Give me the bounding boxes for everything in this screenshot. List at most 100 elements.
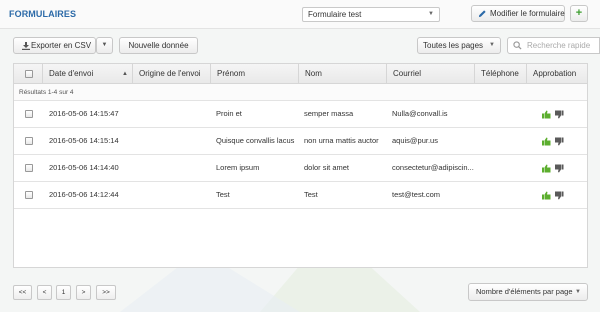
cell-date: 2016-05-06 14:15:14: [49, 136, 119, 145]
search-icon: [513, 41, 522, 50]
edit-form-label: Modifier le formulaire: [490, 9, 565, 18]
approval-actions: [542, 137, 564, 146]
cell-date: 2016-05-06 14:12:44: [49, 190, 119, 199]
row-checkbox[interactable]: [25, 110, 33, 118]
export-csv-button[interactable]: Exporter en CSV: [13, 37, 96, 54]
cell-courriel: test@test.com: [392, 190, 441, 199]
column-origin-label: Origine de l'envoi: [139, 69, 201, 78]
chevron-down-icon: ▼: [489, 42, 495, 48]
cell-prenom: Quisque convallis lacus: [216, 136, 295, 145]
column-origin[interactable]: Origine de l'envoi: [133, 64, 211, 84]
thumbs-down-icon[interactable]: [555, 137, 564, 146]
pager-prev-button[interactable]: <: [37, 285, 52, 300]
approval-actions: [542, 110, 564, 119]
pager-current-page[interactable]: 1: [56, 285, 71, 300]
chevron-down-icon: ▼: [428, 11, 434, 17]
form-select-value: Formulaire test: [308, 10, 362, 19]
table-row[interactable]: 2016-05-06 14:15:47 Proin et semper mass…: [14, 101, 587, 128]
items-per-page-select[interactable]: Nombre d'éléments par page ▼: [468, 283, 588, 301]
results-summary-label: Résultats 1-4 sur 4: [19, 89, 74, 96]
thumbs-down-icon[interactable]: [555, 164, 564, 173]
chevron-down-icon: ▼: [101, 42, 108, 48]
cell-prenom: Lorem ipsum: [216, 163, 260, 172]
column-nom[interactable]: Nom: [299, 64, 387, 84]
results-summary: Résultats 1-4 sur 4: [14, 84, 587, 101]
page-title: FORMULAIRES: [9, 9, 77, 19]
cell-origin: [139, 182, 211, 208]
column-telephone-label: Téléphone: [481, 69, 519, 78]
cell-nom: non urna mattis auctor: [304, 136, 379, 145]
pager-last-button[interactable]: >>: [96, 285, 116, 300]
select-all-header: [14, 64, 43, 84]
cell-courriel: Nulla@convall.is: [392, 109, 448, 118]
table-row[interactable]: 2016-05-06 14:12:44 Test Test test@test.…: [14, 182, 587, 209]
quick-search[interactable]: [507, 37, 600, 54]
export-csv-label: Exporter en CSV: [31, 41, 92, 50]
cell-telephone: [480, 128, 526, 154]
pager-next-label: >: [81, 289, 86, 296]
pager-prev-label: <: [42, 289, 47, 296]
column-approbation-label: Approbation: [533, 69, 577, 78]
row-checkbox[interactable]: [25, 164, 33, 172]
pager-first-button[interactable]: <<: [13, 285, 32, 300]
pager-next-button[interactable]: >: [76, 285, 91, 300]
row-checkbox[interactable]: [25, 137, 33, 145]
thumbs-up-icon[interactable]: [542, 164, 551, 173]
thumbs-up-icon[interactable]: [542, 110, 551, 119]
thumbs-down-icon[interactable]: [555, 191, 564, 200]
column-prenom[interactable]: Prénom: [211, 64, 299, 84]
approval-actions: [542, 164, 564, 173]
column-approbation[interactable]: Approbation: [527, 64, 587, 84]
entries-table: Date d'envoi ▲ Origine de l'envoi Prénom…: [13, 63, 588, 268]
top-bar: FORMULAIRES Formulaire test ▼ Modifier l…: [0, 0, 600, 29]
pager-last-label: >>: [102, 289, 110, 296]
cell-origin: [139, 155, 211, 181]
plus-icon: +: [575, 7, 583, 19]
export-options-button[interactable]: ▼: [96, 37, 113, 54]
cell-telephone: [480, 182, 526, 208]
cell-courriel: aquis@pur.us: [392, 136, 438, 145]
cell-prenom: Proin et: [216, 109, 242, 118]
cell-nom: Test: [304, 190, 318, 199]
column-nom-label: Nom: [305, 69, 322, 78]
edit-form-button[interactable]: Modifier le formulaire: [471, 5, 565, 22]
cell-prenom: Test: [216, 190, 230, 199]
new-entry-label: Nouvelle donnée: [128, 41, 189, 50]
select-all-checkbox[interactable]: [25, 70, 33, 78]
cell-nom: dolor sit amet: [304, 163, 350, 172]
column-telephone[interactable]: Téléphone: [475, 64, 527, 84]
cell-courriel: consectetur@adipiscin...: [392, 163, 474, 172]
column-courriel[interactable]: Courriel: [387, 64, 475, 84]
cell-date: 2016-05-06 14:15:47: [49, 109, 119, 118]
add-form-button[interactable]: +: [570, 5, 588, 22]
cell-date: 2016-05-06 14:14:40: [49, 163, 119, 172]
cell-origin: [139, 101, 211, 127]
search-input[interactable]: [527, 39, 599, 52]
table-row[interactable]: 2016-05-06 14:14:40 Lorem ipsum dolor si…: [14, 155, 587, 182]
thumbs-up-icon[interactable]: [542, 191, 551, 200]
pencil-icon: [478, 10, 486, 18]
download-icon: [22, 42, 30, 50]
row-checkbox[interactable]: [25, 191, 33, 199]
column-prenom-label: Prénom: [217, 69, 246, 78]
thumbs-up-icon[interactable]: [542, 137, 551, 146]
items-per-page-label: Nombre d'éléments par page: [476, 287, 573, 296]
column-courriel-label: Courriel: [393, 69, 422, 78]
pages-select[interactable]: Toutes les pages ▼: [417, 37, 501, 54]
approval-actions: [542, 191, 564, 200]
column-date[interactable]: Date d'envoi ▲: [43, 64, 133, 84]
cell-origin: [139, 128, 211, 154]
sort-up-icon: ▲: [122, 71, 128, 77]
new-entry-button[interactable]: Nouvelle donnée: [119, 37, 198, 54]
cell-telephone: [480, 155, 526, 181]
table-row[interactable]: 2016-05-06 14:15:14 Quisque convallis la…: [14, 128, 587, 155]
column-date-label: Date d'envoi: [49, 69, 94, 78]
chevron-down-icon: ▼: [575, 289, 581, 295]
form-select[interactable]: Formulaire test ▼: [302, 7, 440, 22]
cell-nom: semper massa: [304, 109, 354, 118]
pager-first-label: <<: [18, 289, 27, 296]
pages-select-value: Toutes les pages: [423, 41, 484, 50]
thumbs-down-icon[interactable]: [555, 110, 564, 119]
table-header: Date d'envoi ▲ Origine de l'envoi Prénom…: [14, 64, 587, 84]
pager-current-label: 1: [61, 289, 66, 296]
